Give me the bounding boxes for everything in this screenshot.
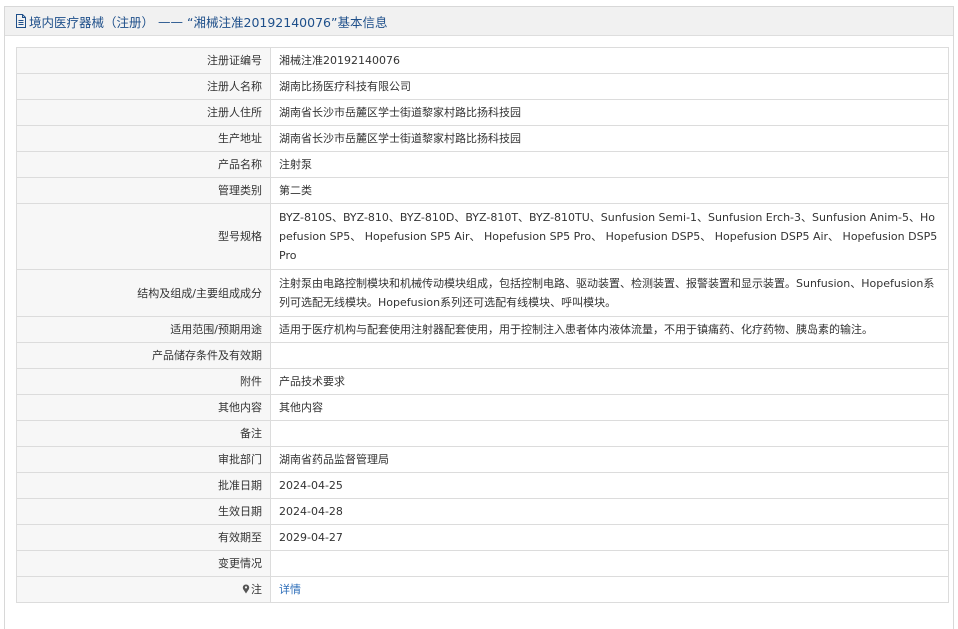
row-value: 2029-04-27: [270, 524, 949, 551]
row-label: 型号规格: [16, 203, 271, 270]
table-row: 适用范围/预期用途 适用于医疗机构与配套使用注射器配套使用，用于控制注入患者体内…: [16, 316, 949, 343]
row-value: 湘械注准20192140076: [270, 47, 949, 74]
row-label: 注册人住所: [16, 99, 271, 126]
table-row: 有效期至 2029-04-27: [16, 524, 949, 551]
table-row: 其他内容 其他内容: [16, 394, 949, 421]
row-label: 附件: [16, 368, 271, 395]
table-row: 附件 产品技术要求: [16, 368, 949, 395]
title-suffix: “湘械注准20192140076”基本信息: [187, 14, 388, 30]
table-row: 备注: [16, 420, 949, 447]
table-row: 批准日期 2024-04-25: [16, 472, 949, 499]
row-value: 湖南省长沙市岳麓区学士街道黎家村路比扬科技园: [270, 99, 949, 126]
row-label: 注册证编号: [16, 47, 271, 74]
row-label: 生效日期: [16, 498, 271, 525]
table-row: 生产地址 湖南省长沙市岳麓区学士街道黎家村路比扬科技园: [16, 125, 949, 152]
row-value: 湖南省长沙市岳麓区学士街道黎家村路比扬科技园: [270, 125, 949, 152]
pin-icon: [242, 581, 250, 594]
table-row: 注册人名称 湖南比扬医疗科技有限公司: [16, 73, 949, 100]
row-label: 其他内容: [16, 394, 271, 421]
row-value: 湖南省药品监督管理局: [270, 446, 949, 473]
row-value: 其他内容: [270, 394, 949, 421]
note-row: 注 详情: [16, 576, 949, 603]
row-label: 批准日期: [16, 472, 271, 499]
note-label-cell: 注: [16, 576, 271, 603]
row-label: 生产地址: [16, 125, 271, 152]
row-label: 结构及组成/主要组成成分: [16, 269, 271, 317]
table-row: 管理类别 第二类: [16, 177, 949, 204]
note-label: 注: [251, 583, 262, 596]
row-label: 适用范围/预期用途: [16, 316, 271, 343]
row-value: 2024-04-28: [270, 498, 949, 525]
panel-title: 境内医疗器械（注册） —— “湘械注准20192140076”基本信息: [5, 7, 953, 36]
title-separator: ——: [158, 13, 184, 29]
table-row: 注册人住所 湖南省长沙市岳麓区学士街道黎家村路比扬科技园: [16, 99, 949, 126]
row-label: 审批部门: [16, 446, 271, 473]
row-label: 有效期至: [16, 524, 271, 551]
row-value: 适用于医疗机构与配套使用注射器配套使用，用于控制注入患者体内液体流量，不用于镇痛…: [270, 316, 949, 343]
row-value: [270, 420, 949, 447]
table-row: 型号规格 BYZ-810S、BYZ-810、BYZ-810D、BYZ-810T、…: [16, 203, 949, 270]
table-row: 变更情况: [16, 550, 949, 577]
row-label: 管理类别: [16, 177, 271, 204]
row-label: 产品储存条件及有效期: [16, 342, 271, 369]
document-icon: [15, 14, 27, 28]
row-label: 产品名称: [16, 151, 271, 178]
row-label: 变更情况: [16, 550, 271, 577]
table-row: 结构及组成/主要组成成分 注射泵由电路控制模块和机械传动模块组成，包括控制电路、…: [16, 269, 949, 317]
row-value: 注射泵由电路控制模块和机械传动模块组成，包括控制电路、驱动装置、检测装置、报警装…: [270, 269, 949, 317]
table-row: 产品名称 注射泵: [16, 151, 949, 178]
row-value: [270, 550, 949, 577]
row-value: 湖南比扬医疗科技有限公司: [270, 73, 949, 100]
info-table: 注册证编号 湘械注准20192140076 注册人名称 湖南比扬医疗科技有限公司…: [16, 47, 949, 603]
row-value: [270, 342, 949, 369]
row-value: 注射泵: [270, 151, 949, 178]
table-row: 审批部门 湖南省药品监督管理局: [16, 446, 949, 473]
table-row: 注册证编号 湘械注准20192140076: [16, 47, 949, 74]
row-value: 2024-04-25: [270, 472, 949, 499]
row-value: 产品技术要求: [270, 368, 949, 395]
row-value: BYZ-810S、BYZ-810、BYZ-810D、BYZ-810T、BYZ-8…: [270, 203, 949, 270]
details-link[interactable]: 详情: [279, 583, 301, 596]
row-value: 第二类: [270, 177, 949, 204]
table-row: 产品储存条件及有效期: [16, 342, 949, 369]
row-label: 注册人名称: [16, 73, 271, 100]
table-row: 生效日期 2024-04-28: [16, 498, 949, 525]
detail-panel: 境内医疗器械（注册） —— “湘械注准20192140076”基本信息 注册证编…: [4, 6, 954, 629]
title-prefix: 境内医疗器械（注册）: [29, 14, 155, 30]
row-label: 备注: [16, 420, 271, 447]
note-value-cell: 详情: [270, 576, 949, 603]
